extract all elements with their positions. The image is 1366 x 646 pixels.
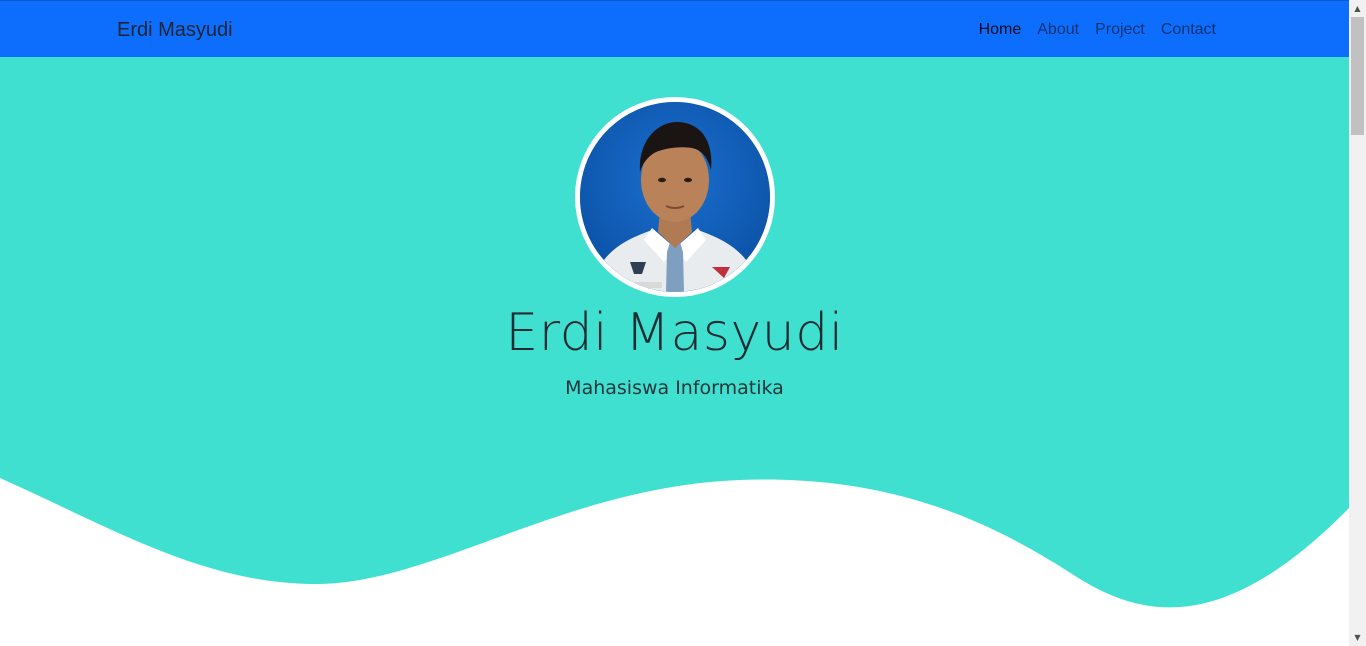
profile-photo-icon bbox=[580, 102, 770, 292]
nav-link-project[interactable]: Project bbox=[1087, 20, 1153, 40]
nav-link-home[interactable]: Home bbox=[971, 20, 1030, 40]
nav-link-about[interactable]: About bbox=[1029, 20, 1087, 40]
viewport: Erdi Masyudi Home About Project Contact bbox=[0, 0, 1349, 646]
scroll-up-icon[interactable]: ▲ bbox=[1349, 0, 1366, 17]
hero-subtitle: Mahasiswa Informatika bbox=[565, 377, 784, 399]
nav-links: Home About Project Contact bbox=[971, 20, 1224, 40]
nav-link-contact[interactable]: Contact bbox=[1153, 20, 1224, 40]
navbar-brand[interactable]: Erdi Masyudi bbox=[117, 18, 233, 42]
vertical-scrollbar[interactable]: ▲ ▼ bbox=[1349, 0, 1366, 646]
navbar: Erdi Masyudi Home About Project Contact bbox=[0, 0, 1349, 57]
scroll-down-icon[interactable]: ▼ bbox=[1349, 629, 1366, 646]
profile-avatar bbox=[575, 97, 775, 297]
page: Erdi Masyudi Home About Project Contact bbox=[0, 0, 1366, 646]
hero-name: Erdi Masyudi bbox=[505, 303, 844, 363]
scroll-thumb[interactable] bbox=[1351, 17, 1364, 135]
hero-section: Erdi Masyudi Mahasiswa Informatika bbox=[0, 57, 1349, 646]
